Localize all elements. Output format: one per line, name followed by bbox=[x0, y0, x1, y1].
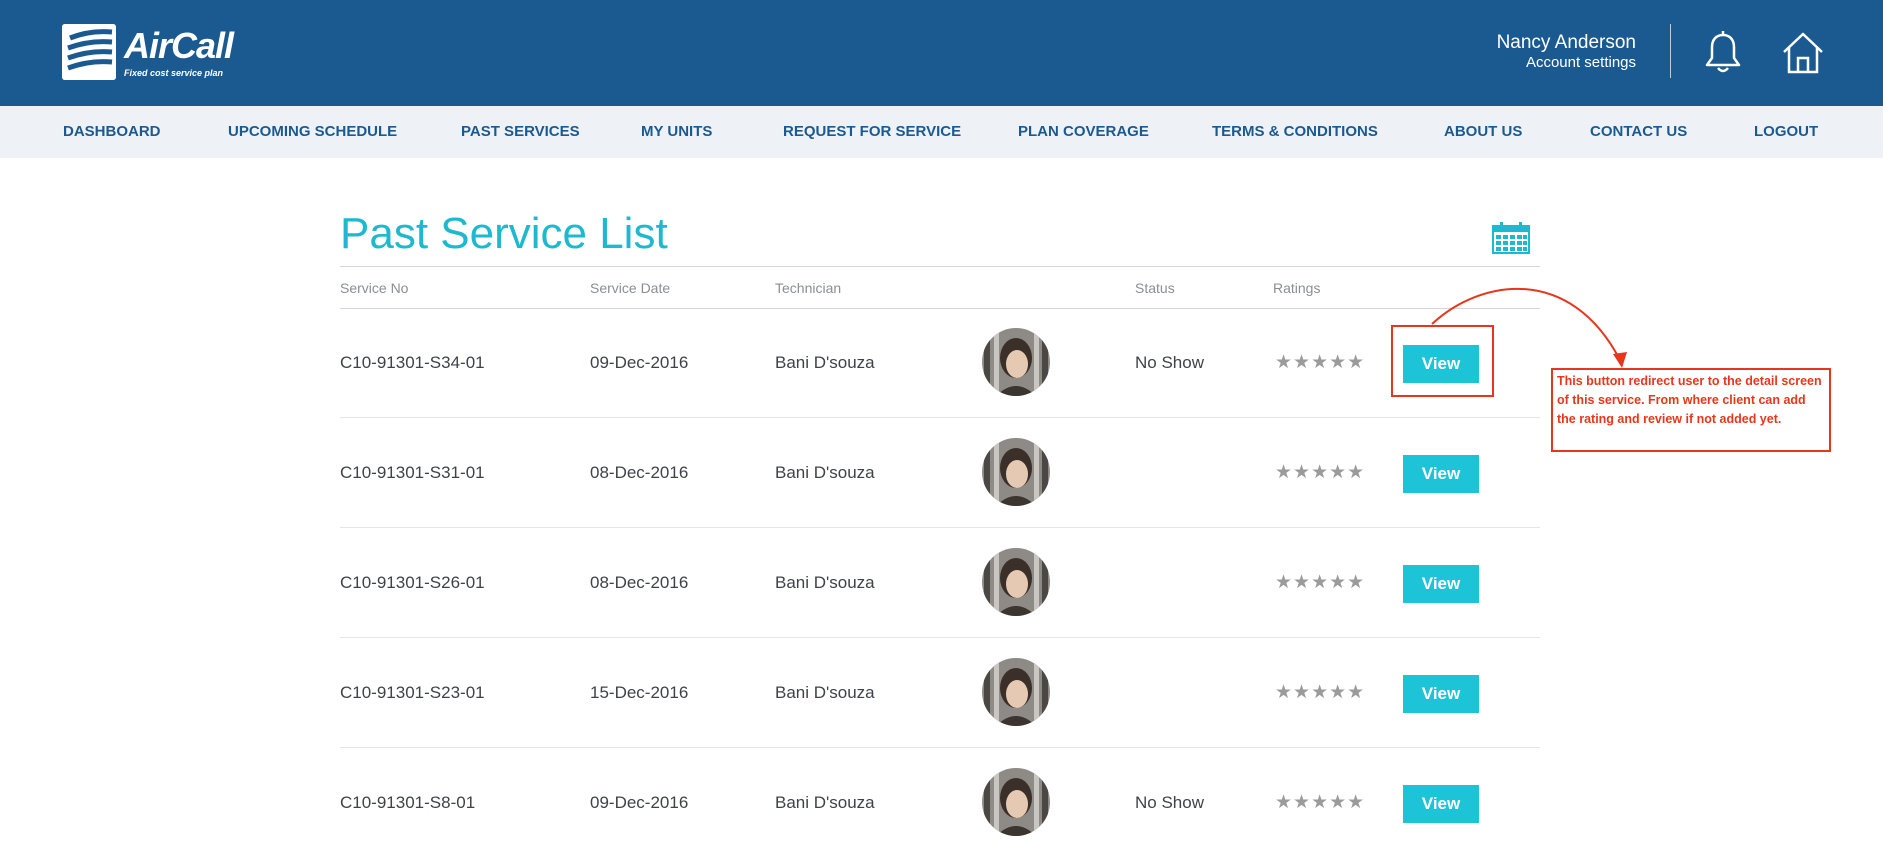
page-title: Past Service List bbox=[340, 209, 668, 258]
column-header-status: Status bbox=[1135, 280, 1175, 296]
service-no-cell: C10-91301-S34-01 bbox=[340, 353, 485, 372]
technician-cell: Bani D'souza bbox=[775, 463, 875, 482]
nav-dashboard[interactable]: DASHBOARD bbox=[63, 106, 161, 158]
service-no-cell: C10-91301-S23-01 bbox=[340, 683, 485, 702]
bell-icon[interactable] bbox=[1700, 30, 1746, 76]
nav-upcoming-schedule[interactable]: UPCOMING SCHEDULE bbox=[228, 106, 397, 158]
nav-contact-us[interactable]: CONTACT US bbox=[1590, 106, 1687, 158]
technician-avatar bbox=[982, 328, 1050, 396]
home-icon[interactable] bbox=[1780, 30, 1826, 76]
annotation-note: This button redirect user to the detail … bbox=[1551, 368, 1831, 452]
calendar-icon[interactable] bbox=[1492, 222, 1530, 254]
user-menu[interactable]: Nancy Anderson Account settings bbox=[1497, 32, 1636, 72]
technician-cell: Bani D'souza bbox=[775, 683, 875, 702]
view-button[interactable]: View bbox=[1403, 565, 1479, 603]
service-date-cell: 08-Dec-2016 bbox=[590, 463, 689, 482]
table-row: C10-91301-S23-01 15-Dec-2016 Bani D'souz… bbox=[340, 638, 1540, 748]
view-button[interactable]: View bbox=[1403, 785, 1479, 823]
column-header-technician: Technician bbox=[775, 280, 842, 296]
logo-text: AirCall bbox=[124, 25, 234, 66]
service-date-cell: 08-Dec-2016 bbox=[590, 573, 689, 592]
technician-cell: Bani D'souza bbox=[775, 573, 875, 592]
rating-stars: ★★★★★ bbox=[1275, 572, 1366, 593]
nav-request-for-service[interactable]: REQUEST FOR SERVICE bbox=[783, 106, 961, 158]
status-cell: No Show bbox=[1135, 353, 1204, 372]
table-row: C10-91301-S26-01 08-Dec-2016 Bani D'souz… bbox=[340, 528, 1540, 638]
rating-stars: ★★★★★ bbox=[1275, 792, 1366, 813]
callout-arrow-icon bbox=[1431, 287, 1627, 368]
nav-logout[interactable]: LOGOUT bbox=[1754, 106, 1818, 158]
user-name: Nancy Anderson bbox=[1496, 32, 1636, 53]
nav-plan-coverage[interactable]: PLAN COVERAGE bbox=[1018, 106, 1149, 158]
main-nav: DASHBOARD UPCOMING SCHEDULE PAST SERVICE… bbox=[0, 106, 1883, 158]
account-settings-link[interactable]: Account settings bbox=[1497, 54, 1636, 72]
table-row: C10-91301-S8-01 09-Dec-2016 Bani D'souza… bbox=[340, 748, 1540, 858]
column-header-service-no: Service No bbox=[340, 280, 409, 296]
nav-past-services[interactable]: PAST SERVICES bbox=[461, 106, 580, 158]
technician-cell: Bani D'souza bbox=[775, 793, 875, 812]
aircall-logo[interactable]: AirCall Fixed cost service plan bbox=[62, 24, 234, 82]
technician-avatar bbox=[982, 658, 1050, 726]
rating-stars: ★★★★★ bbox=[1275, 682, 1366, 703]
service-date-cell: 09-Dec-2016 bbox=[590, 353, 689, 372]
service-no-cell: C10-91301-S8-01 bbox=[340, 793, 476, 812]
service-no-cell: C10-91301-S26-01 bbox=[340, 573, 485, 592]
app-header: AirCall Fixed cost service plan Nancy An… bbox=[0, 0, 1883, 106]
logo-tagline: Fixed cost service plan bbox=[124, 68, 224, 78]
technician-avatar bbox=[982, 548, 1050, 616]
view-button[interactable]: View bbox=[1403, 675, 1479, 713]
table-row: C10-91301-S34-01 09-Dec-2016 Bani D'souz… bbox=[340, 308, 1540, 418]
service-date-cell: 15-Dec-2016 bbox=[590, 683, 689, 702]
nav-my-units[interactable]: MY UNITS bbox=[641, 106, 712, 158]
fan-logo-icon bbox=[62, 24, 116, 80]
rating-stars: ★★★★★ bbox=[1275, 462, 1366, 483]
technician-avatar bbox=[982, 768, 1050, 836]
title-rule bbox=[340, 266, 1540, 267]
technician-avatar bbox=[982, 438, 1050, 506]
view-button[interactable]: View bbox=[1403, 455, 1479, 493]
technician-cell: Bani D'souza bbox=[775, 353, 875, 372]
rating-stars: ★★★★★ bbox=[1275, 352, 1366, 373]
table-row: C10-91301-S31-01 08-Dec-2016 Bani D'souz… bbox=[340, 418, 1540, 528]
nav-terms-conditions[interactable]: TERMS & CONDITIONS bbox=[1212, 106, 1378, 158]
column-header-service-date: Service Date bbox=[590, 280, 671, 296]
status-cell: No Show bbox=[1135, 793, 1204, 812]
nav-about-us[interactable]: ABOUT US bbox=[1444, 106, 1522, 158]
column-header-ratings: Ratings bbox=[1273, 280, 1321, 296]
service-date-cell: 09-Dec-2016 bbox=[590, 793, 689, 812]
header-divider bbox=[1670, 24, 1671, 78]
service-no-cell: C10-91301-S31-01 bbox=[340, 463, 485, 482]
